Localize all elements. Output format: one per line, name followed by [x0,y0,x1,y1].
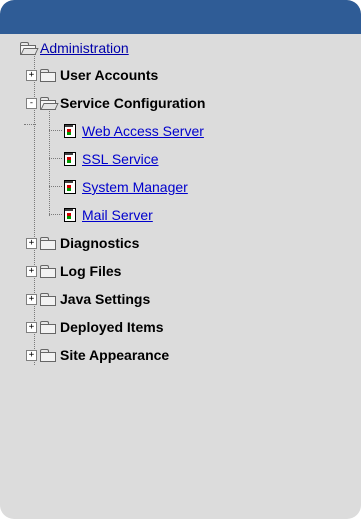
page-icon [64,152,76,166]
folder-icon [40,293,56,306]
tree-item-user-accounts[interactable]: + User Accounts [26,66,158,84]
expand-toggle[interactable]: + [26,69,37,81]
collapse-toggle[interactable]: - [26,97,37,109]
admin-tree: Administration + User Accounts - Service… [0,34,361,519]
expand-toggle[interactable]: + [26,321,37,333]
expand-toggle[interactable]: + [26,265,37,277]
tree-item-label[interactable]: Site Appearance [60,346,169,364]
tree-item-deployed-items[interactable]: + Deployed Items [26,318,163,336]
navigation-panel: Administration + User Accounts - Service… [0,0,361,519]
folder-icon [40,69,56,82]
tree-connector [49,158,62,159]
tree-connector [49,186,62,187]
folder-icon [40,349,56,362]
tree-item-diagnostics[interactable]: + Diagnostics [26,234,139,252]
page-icon [64,124,76,138]
tree-root-administration[interactable]: Administration [20,39,129,57]
tree-item-label[interactable]: Diagnostics [60,234,139,252]
tree-child-label[interactable]: Mail Server [82,206,153,224]
tree-child-label[interactable]: Web Access Server [82,122,204,140]
tree-connector [49,214,62,215]
folder-icon [40,321,56,334]
tree-connector [24,124,36,125]
tree-item-label[interactable]: User Accounts [60,66,158,84]
tree-item-label[interactable]: Deployed Items [60,318,163,336]
page-icon [64,208,76,222]
tree-child-mail-server[interactable]: Mail Server [64,206,153,224]
tree-item-site-appearance[interactable]: + Site Appearance [26,346,169,364]
expand-toggle[interactable]: + [26,293,37,305]
folder-open-icon [20,42,39,55]
page-icon [64,180,76,194]
tree-connector [49,109,50,216]
tree-child-label[interactable]: SSL Service [82,150,159,168]
expand-toggle[interactable]: + [26,237,37,249]
expand-toggle[interactable]: + [26,349,37,361]
tree-item-label[interactable]: Java Settings [60,290,150,308]
panel-header [0,0,361,34]
tree-item-log-files[interactable]: + Log Files [26,262,121,280]
tree-child-web-access-server[interactable]: Web Access Server [64,122,204,140]
tree-item-java-settings[interactable]: + Java Settings [26,290,150,308]
tree-child-ssl-service[interactable]: SSL Service [64,150,159,168]
folder-icon [40,237,56,250]
tree-item-label[interactable]: Log Files [60,262,121,280]
tree-child-system-manager[interactable]: System Manager [64,178,188,196]
tree-item-service-configuration[interactable]: - Service Configuration [26,94,205,112]
folder-open-icon [40,97,59,110]
tree-root-label[interactable]: Administration [40,39,129,57]
tree-connector [49,130,62,131]
tree-child-label[interactable]: System Manager [82,178,188,196]
folder-icon [40,265,56,278]
tree-item-label[interactable]: Service Configuration [60,94,205,112]
